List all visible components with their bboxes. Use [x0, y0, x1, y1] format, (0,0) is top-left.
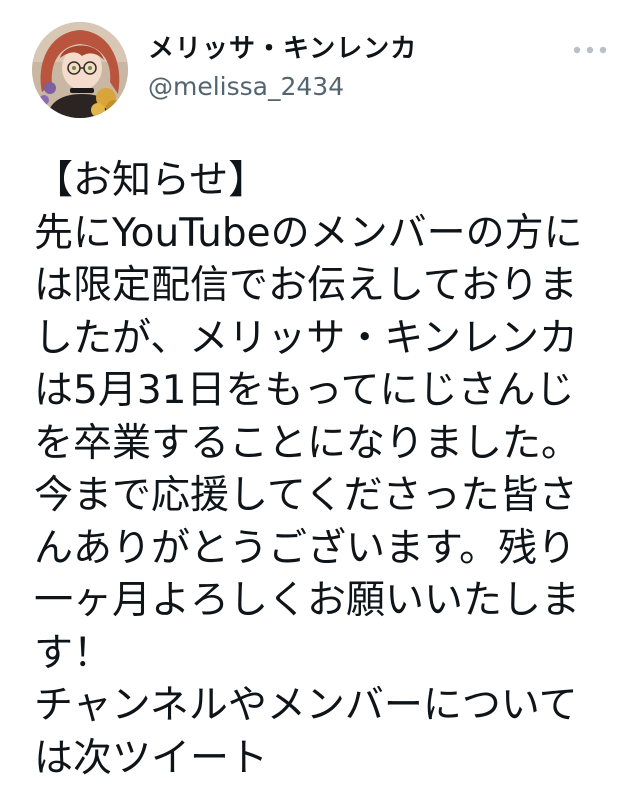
tweet-line: 【お知らせ】 — [34, 158, 268, 203]
tweet-header: メリッサ・キンレンカ @melissa_2434 — [0, 0, 640, 130]
tweet-line: は次ツイート — [34, 735, 269, 781]
tweet-line: は限定配信でお伝えしておりま — [34, 263, 578, 308]
tweet-line: チャンネルやメンバーについて — [34, 683, 578, 728]
more-options-button[interactable] — [566, 38, 614, 62]
tweet-text: 【お知らせ】 先にYouTubeのメンバーの方に は限定配信でお伝えしておりま … — [34, 155, 634, 785]
display-name[interactable]: メリッサ・キンレンカ — [148, 32, 417, 66]
profile-avatar[interactable] — [32, 22, 128, 118]
tweet-line: す！ — [34, 630, 113, 676]
tweet-line: 今まで応援してくださった皆さ — [34, 473, 578, 518]
user-handle[interactable]: @melissa_2434 — [148, 71, 344, 103]
tweet-line: を卒業することになりました。 — [34, 420, 581, 466]
tweet-line: は5月31日をもってにじさんじ — [34, 368, 575, 413]
tweet-line: したが、メリッサ・キンレンカ — [34, 315, 579, 361]
tweet-line: んありがとうございます。残り — [34, 525, 577, 571]
more-options-icon — [573, 46, 607, 54]
avatar-illustration-icon — [32, 22, 128, 118]
tweet-line: 先にYouTubeのメンバーの方に — [34, 210, 583, 256]
tweet-line: 一ヶ月よろしくお願いいたしま — [34, 578, 581, 623]
